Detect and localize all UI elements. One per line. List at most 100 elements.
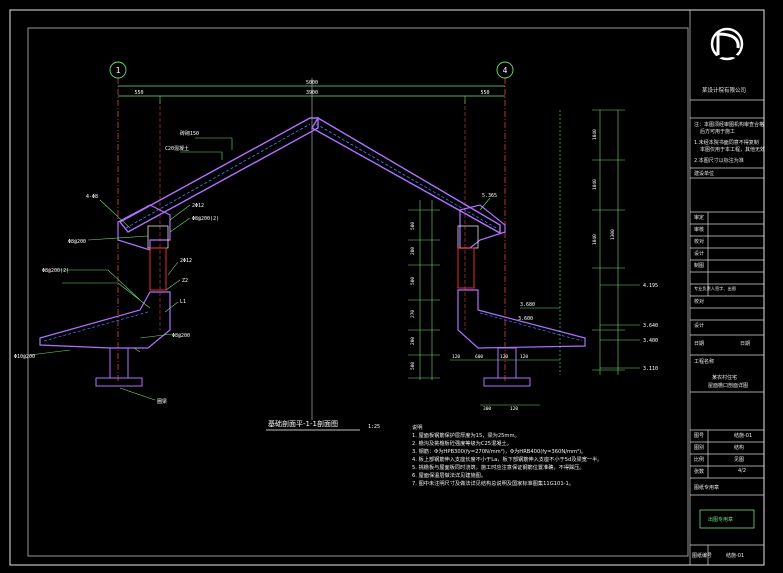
left-eave-beam: [117, 204, 171, 251]
tb-drawing-name: 屋面檐口剖面详图: [708, 383, 749, 389]
left-wall: [149, 247, 167, 291]
label-stirrup-4: Φ8@200: [172, 333, 190, 339]
tb-project-name: 某农村住宅: [712, 375, 738, 381]
note-item: 3. 钢筋：Φ为HPB300(fy=270N/mm²)，Φ为HRB400(fy=…: [412, 449, 587, 455]
vdim-4: 270: [410, 310, 416, 318]
label-4phi8: 4-Φ8: [86, 194, 98, 200]
elev-5365: 5.365: [482, 193, 497, 199]
label-stirrup-2: Φ8@200(2): [192, 216, 219, 222]
tb-row-1: 审核: [694, 227, 705, 233]
right-wall: [457, 247, 475, 289]
tb-meta-2-label: 比例: [694, 457, 705, 463]
company-name: 某设计院有限公司: [702, 88, 747, 94]
elev-3400: 3.400: [643, 338, 658, 344]
elev-4195: 4.195: [643, 283, 658, 289]
tb-row-4: 制图: [694, 263, 705, 269]
note-item: 4. 板上部钢筋伸入支座长度不小于La，板下部钢筋伸入支座不小于5d及梁宽一半。: [412, 457, 603, 463]
top-dim-4: 1300: [610, 229, 616, 240]
note-item: 1. 屋面板钢筋保护层厚度为15，梁为25mm。: [412, 433, 520, 439]
tb-stamp-label: 图纸专用章: [694, 485, 720, 491]
tb-meta-1-label: 图别: [694, 445, 705, 451]
bdim-6: 120: [510, 406, 518, 412]
drawing-title: 基础剖面平-1-1剖面图: [268, 419, 338, 428]
elev-3680: 3.680: [520, 302, 535, 308]
tb-client-label: 建设单位: [694, 171, 715, 177]
note-item: 2. 檐沟及挑檐板砼强度等级为C25混凝土。: [412, 441, 512, 447]
axis-label-4: 4: [503, 66, 508, 75]
left-footing-column: [109, 347, 129, 379]
right-footing-column: [497, 347, 517, 379]
right-eave-beam: [459, 204, 506, 249]
vdim-1: 500: [410, 222, 416, 230]
vdim-3: 500: [410, 277, 416, 285]
elev-3640: 3.640: [643, 323, 658, 329]
bdim-4: 120: [520, 354, 528, 360]
tb-note-6: 2.本图尺寸以标注为准: [694, 158, 744, 164]
right-footing: [483, 377, 531, 387]
top-dim-3: 1040: [592, 234, 598, 245]
rebar-left: [125, 123, 311, 229]
label-phi10: Φ10@200: [14, 354, 35, 360]
axis-label-1: 1: [116, 66, 121, 75]
left-ring-beam: [147, 225, 169, 249]
tb-project-label: 工程名称: [694, 359, 715, 365]
tb-note-4: 本图仅用于本工程，其他无效: [700, 147, 766, 153]
elev-3110: 3.110: [643, 366, 658, 372]
tb-meta-1-value: 结构: [734, 445, 745, 451]
dim-overall: 5000: [306, 80, 318, 86]
note-item: 6. 屋面保温层做法详见建施图。: [412, 473, 487, 479]
tb-meta-0-label: 图号: [694, 433, 705, 439]
tb-row-2: 校对: [694, 239, 705, 245]
label-stirrup: Φ8@200: [68, 239, 86, 245]
tb-meta-0-value: 结施-01: [734, 433, 753, 439]
left-footing: [95, 377, 143, 387]
note-item: 7. 图中未注明尺寸及做法详见结构总说明及国家标准图集11G101-1。: [412, 481, 574, 487]
note-item: 5. 挑檐板与屋面板同时浇筑，施工时应注意保证钢筋位置准确，不得踩压。: [412, 465, 585, 471]
tb-meta-3-label: 张数: [694, 469, 705, 475]
tb-row-7: 设计: [694, 323, 705, 329]
dim-inner: 3900: [306, 90, 318, 96]
label-2phi12-b: 2Φ12: [180, 258, 192, 264]
bdim-5: 300: [483, 406, 491, 412]
tb-row-3: 设计: [694, 251, 705, 257]
dim-left: 550: [134, 90, 143, 96]
tb-stamp-text: 出图专用章: [708, 517, 734, 523]
label-stirrup-3: Φ8@200(2): [42, 268, 69, 274]
bdim-1: 120: [452, 354, 460, 360]
vdim-6: 500: [410, 362, 416, 370]
label-concrete: C20混凝土: [165, 145, 189, 152]
vdim-2: 200: [410, 247, 416, 255]
canopy-rebar-left: [43, 311, 149, 342]
top-dim-1: 1040: [592, 129, 598, 140]
bdim-2: 600: [475, 354, 483, 360]
label-z2: Z2: [182, 278, 188, 284]
roof-slab-right: [311, 117, 501, 235]
tb-row-6: 校对: [694, 299, 705, 305]
tb-bottom-value: 结施-01: [726, 553, 745, 559]
tb-row-8: 日期: [694, 341, 705, 347]
general-notes: 说明 1. 屋面板钢筋保护层厚度为15，梁为25mm。 2. 檐沟及挑檐板砼强度…: [412, 424, 682, 488]
label-brick: 砖砌150: [180, 130, 199, 137]
tb-meta-3-value: 4/2: [738, 468, 747, 474]
tb-note-1: 后方可用于施工: [700, 129, 736, 135]
tb-meta-2-value: 见图: [734, 457, 745, 463]
right-leaders: [408, 109, 640, 380]
top-dim-2: 1040: [592, 179, 598, 190]
left-canopy: [39, 291, 171, 349]
drawing-scale: 1:25: [368, 424, 380, 430]
label-ring-beam: 圈梁: [157, 398, 167, 405]
vdim-5: 200: [410, 337, 416, 345]
tb-note-0: 注：本图须经审图机构审查合格: [694, 122, 765, 128]
tb-bottom-label: 图纸编号: [692, 553, 713, 559]
tb-note-3: 1.未经本院书面同意不得复制: [694, 140, 759, 146]
bdim-3: 120: [500, 354, 508, 360]
tb-row-0: 审定: [694, 215, 705, 221]
tb-date-value: 日期: [740, 341, 751, 347]
label-l1: L1: [180, 299, 186, 305]
tb-row-5: 专业负责人签字、出图: [694, 286, 736, 291]
company-logo: [710, 27, 744, 61]
rebar-right: [315, 123, 499, 230]
label-2phi12-a: 2Φ12: [192, 203, 204, 209]
elev-3600: 3.600: [518, 316, 533, 322]
dim-right: 550: [480, 90, 489, 96]
